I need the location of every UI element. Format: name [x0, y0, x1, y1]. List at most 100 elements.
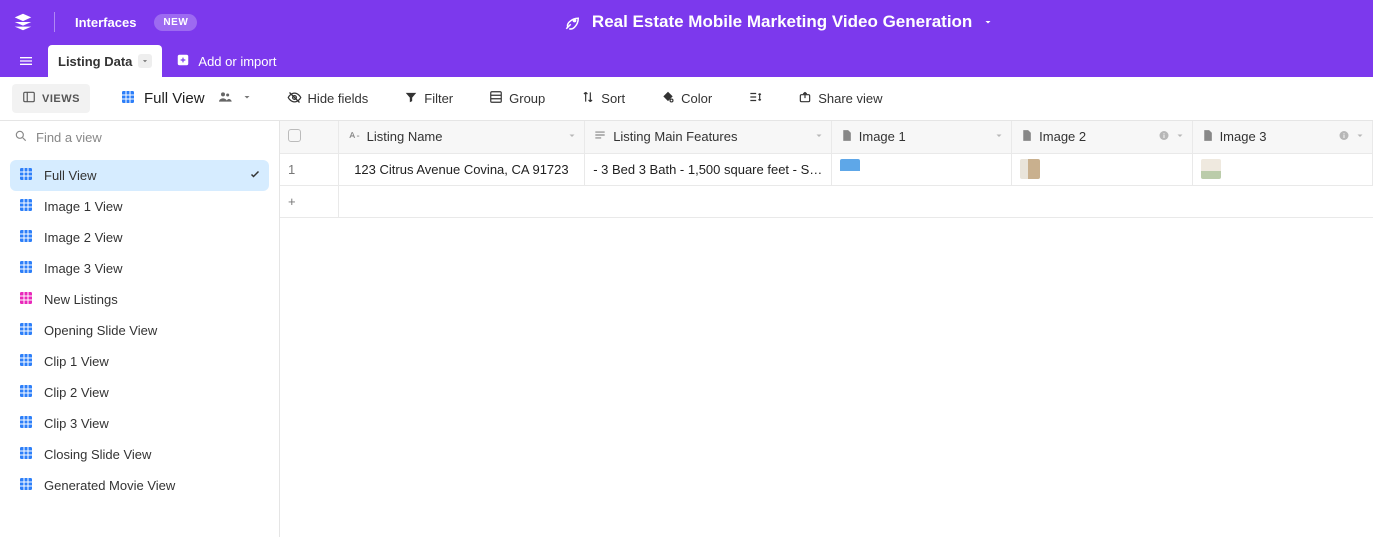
- new-badge: NEW: [154, 14, 197, 31]
- app-logo-icon[interactable]: [12, 11, 34, 33]
- grid-view-icon: [18, 476, 34, 495]
- people-icon[interactable]: [217, 89, 233, 108]
- sidebar-view-item[interactable]: Image 2 View: [10, 222, 269, 253]
- views-label: VIEWS: [42, 93, 80, 105]
- sidebar-view-item[interactable]: Generated Movie View: [10, 470, 269, 501]
- sidebar-view-item[interactable]: Clip 1 View: [10, 346, 269, 377]
- column-header-image-1[interactable]: Image 1: [831, 121, 1011, 153]
- sort-icon: [581, 90, 595, 107]
- current-view-label: Full View: [144, 90, 205, 107]
- sort-label: Sort: [601, 91, 625, 106]
- view-label: Image 2 View: [44, 230, 123, 245]
- column-label: Listing Main Features: [613, 129, 737, 144]
- chevron-down-icon[interactable]: [566, 129, 578, 144]
- view-label: Opening Slide View: [44, 323, 157, 338]
- sort-button[interactable]: Sort: [573, 86, 633, 111]
- base-title-area[interactable]: Real Estate Mobile Marketing Video Gener…: [564, 12, 994, 32]
- select-all-header[interactable]: [280, 121, 338, 153]
- chevron-down-icon[interactable]: [1354, 129, 1366, 144]
- chevron-down-icon[interactable]: [138, 54, 152, 68]
- view-label: Clip 3 View: [44, 416, 109, 431]
- column-header-image-3[interactable]: Image 3: [1192, 121, 1372, 153]
- view-label: New Listings: [44, 292, 118, 307]
- grid-view-icon: [18, 197, 34, 216]
- checkbox-icon[interactable]: [288, 129, 301, 142]
- sidebar-view-item[interactable]: Closing Slide View: [10, 439, 269, 470]
- sidebar-view-item[interactable]: Full View: [10, 160, 269, 191]
- logo-block: Interfaces NEW: [12, 11, 197, 33]
- column-header-listing-name[interactable]: Listing Name: [338, 121, 585, 153]
- views-sidebar: Full View Image 1 View Image 2 View Image 3…: [0, 121, 280, 537]
- filter-button[interactable]: Filter: [396, 86, 461, 111]
- image-thumbnail[interactable]: [1201, 159, 1221, 179]
- grid-view-icon: [18, 445, 34, 464]
- info-icon[interactable]: [1338, 129, 1350, 144]
- grid-view-icon: [18, 259, 34, 278]
- chevron-down-icon[interactable]: [993, 129, 1005, 144]
- chevron-down-icon[interactable]: [241, 91, 253, 106]
- cell-image-1[interactable]: [831, 153, 1011, 185]
- info-icon[interactable]: [1158, 129, 1170, 144]
- column-header-image-2[interactable]: Image 2: [1012, 121, 1192, 153]
- data-grid: Listing Name Listing Main Features: [280, 121, 1373, 218]
- grid-empty-area[interactable]: [280, 218, 1373, 537]
- grid-view-icon: [18, 166, 34, 185]
- cell-listing-name[interactable]: 123 Citrus Avenue Covina, CA 91723: [338, 153, 585, 185]
- base-title: Real Estate Mobile Marketing Video Gener…: [592, 12, 972, 32]
- chevron-down-icon[interactable]: [1174, 129, 1186, 144]
- color-button[interactable]: Color: [653, 86, 720, 111]
- sidebar-view-item[interactable]: Clip 3 View: [10, 408, 269, 439]
- sidebar-view-item[interactable]: Clip 2 View: [10, 377, 269, 408]
- sidebar-view-item[interactable]: Opening Slide View: [10, 315, 269, 346]
- divider: [54, 12, 55, 32]
- row-height-button[interactable]: [740, 86, 770, 111]
- image-thumbnail[interactable]: [1020, 159, 1040, 179]
- find-view-input[interactable]: [36, 130, 265, 145]
- interfaces-link[interactable]: Interfaces: [75, 15, 136, 30]
- plus-square-icon: [176, 53, 190, 70]
- sidebar-view-item[interactable]: New Listings: [10, 284, 269, 315]
- tab-listing-data[interactable]: Listing Data: [48, 45, 162, 77]
- sidebar-icon: [22, 90, 36, 107]
- view-label: Image 1 View: [44, 199, 123, 214]
- sidebar-view-item[interactable]: Image 1 View: [10, 191, 269, 222]
- cell-features[interactable]: - 3 Bed 3 Bath - 1,500 square feet - Sca…: [585, 153, 832, 185]
- current-view-button[interactable]: Full View: [114, 85, 259, 112]
- sidebar-view-item[interactable]: Image 3 View: [10, 253, 269, 284]
- add-row[interactable]: +: [280, 185, 1373, 217]
- chevron-down-icon[interactable]: [813, 129, 825, 144]
- column-header-listing-features[interactable]: Listing Main Features: [585, 121, 832, 153]
- cell-image-3[interactable]: [1192, 153, 1372, 185]
- app-header: Interfaces NEW Real Estate Mobile Market…: [0, 0, 1373, 44]
- view-label: Clip 1 View: [44, 354, 109, 369]
- cell-image-2[interactable]: [1012, 153, 1192, 185]
- longtext-field-icon: [593, 128, 607, 145]
- views-list: Full View Image 1 View Image 2 View Image 3…: [0, 154, 279, 507]
- view-label: Generated Movie View: [44, 478, 175, 493]
- share-view-button[interactable]: Share view: [790, 86, 890, 111]
- row-number[interactable]: 1: [280, 153, 338, 185]
- filter-label: Filter: [424, 91, 453, 106]
- group-button[interactable]: Group: [481, 86, 553, 111]
- grid-view-icon: [18, 321, 34, 340]
- chevron-down-icon[interactable]: [982, 16, 994, 28]
- add-row-button[interactable]: +: [280, 185, 338, 217]
- add-or-import-button[interactable]: Add or import: [162, 45, 290, 77]
- grid-view-icon: [18, 228, 34, 247]
- color-label: Color: [681, 91, 712, 106]
- image-thumbnail[interactable]: [840, 159, 860, 179]
- grid-area[interactable]: Listing Name Listing Main Features: [280, 121, 1373, 537]
- find-view-row: [0, 121, 279, 154]
- eye-off-icon: [287, 90, 302, 108]
- views-panel-toggle[interactable]: VIEWS: [12, 84, 90, 113]
- sidebar-toggle-button[interactable]: [10, 44, 42, 77]
- add-or-import-label: Add or import: [198, 54, 276, 69]
- table-row[interactable]: 1123 Citrus Avenue Covina, CA 91723- 3 B…: [280, 153, 1373, 185]
- attachment-field-icon: [840, 129, 853, 145]
- hide-fields-button[interactable]: Hide fields: [279, 86, 377, 112]
- grid-view-icon: [18, 383, 34, 402]
- share-icon: [798, 90, 812, 107]
- view-toolbar: VIEWS Full View Hide fields Filter Group…: [0, 77, 1373, 121]
- column-label: Image 3: [1220, 129, 1267, 144]
- share-view-label: Share view: [818, 91, 882, 106]
